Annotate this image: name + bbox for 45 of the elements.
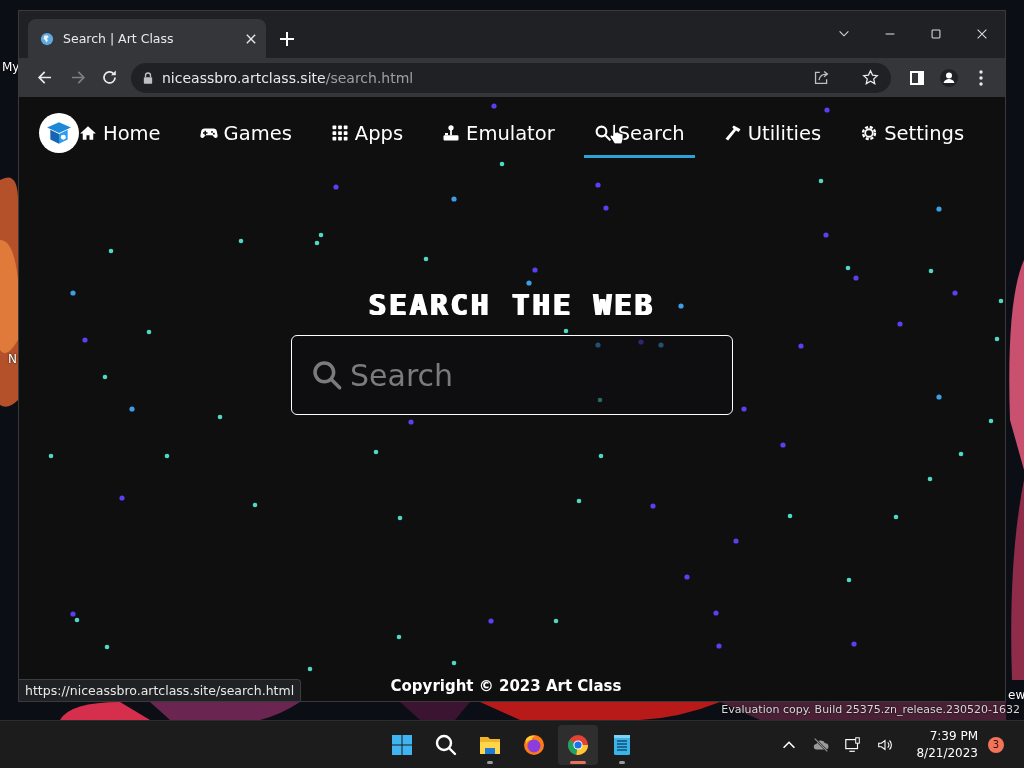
gear-icon (860, 124, 879, 142)
new-tab-icon[interactable] (280, 32, 294, 46)
nav-link[interactable]: Emulator (432, 121, 565, 158)
maximize-icon[interactable] (929, 27, 943, 41)
logo-icon[interactable] (39, 113, 79, 153)
address-bar[interactable]: niceassbro.artclass.site/search.html (131, 62, 891, 93)
cloud-off-icon[interactable] (812, 735, 831, 754)
hammer-icon (723, 124, 742, 142)
fox-globe-icon (522, 732, 546, 757)
star-icon[interactable] (862, 69, 879, 86)
desktop-icon-label[interactable]: ew (1008, 688, 1024, 702)
profile-icon[interactable] (939, 67, 959, 88)
home-icon (79, 124, 97, 142)
nav-link[interactable]: Home (79, 121, 171, 158)
search-icon (311, 359, 343, 391)
clock-time[interactable]: 7:39 PM (929, 727, 978, 745)
clock-date[interactable]: 8/21/2023 (916, 744, 978, 762)
close-icon[interactable] (246, 33, 256, 44)
monitor-icon[interactable] (844, 735, 863, 754)
nav-link[interactable]: Utilities (713, 121, 832, 158)
lock-icon (143, 71, 153, 84)
chrome-logo-icon (566, 732, 590, 757)
windows-logo-icon (390, 732, 414, 757)
joystick-icon (442, 124, 461, 142)
search-icon (593, 124, 612, 142)
graduation-cap-icon (46, 120, 72, 146)
build-watermark: Evaluation copy. Build 25375.zn_release.230520-1632 (721, 703, 1020, 717)
browser-tab[interactable]: Search | Art Class (28, 19, 266, 58)
search-field[interactable]: Search (291, 335, 733, 415)
grid-icon (330, 124, 349, 142)
status-url: https://niceassbro.artclass.site/search.html (19, 679, 302, 701)
search-icon (434, 732, 458, 757)
globe-icon (40, 31, 54, 46)
share-icon[interactable] (813, 69, 830, 86)
url-text: niceassbro.artclass.site/search.html (162, 69, 415, 86)
nav-link[interactable]: Games (189, 121, 302, 158)
desktop-icon-label[interactable]: N (8, 352, 17, 366)
nav-link[interactable]: Settings (850, 121, 975, 158)
nav-link[interactable]: Apps (320, 121, 414, 158)
copyright-text: Copyright © 2023 Art Class (390, 677, 622, 697)
desktop-icon-label[interactable]: My (2, 60, 20, 74)
taskbar-button[interactable] (558, 724, 598, 765)
close-icon[interactable] (975, 27, 989, 41)
page-heading: SEARCH THE WEB (368, 287, 656, 323)
notification-badge[interactable]: 3 (988, 736, 1004, 753)
